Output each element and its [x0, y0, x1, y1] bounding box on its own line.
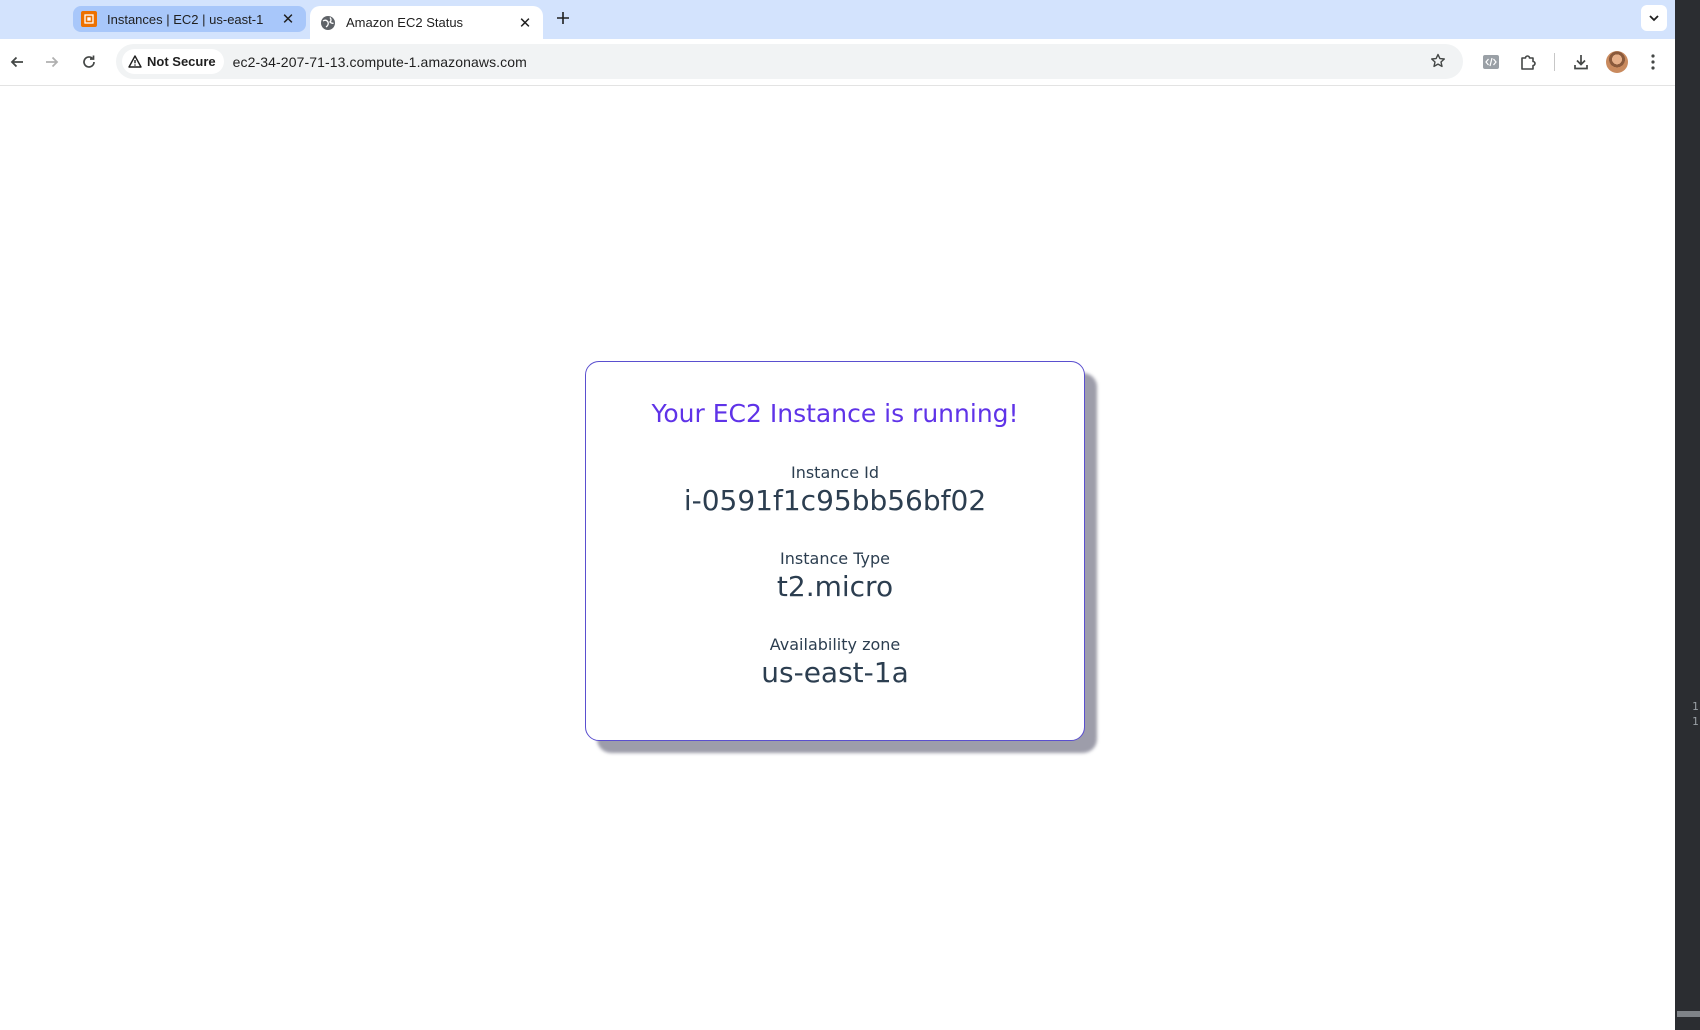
code-extension-icon: [1483, 55, 1499, 69]
instance-id-label: Instance Id: [790, 463, 879, 482]
extension-button[interactable]: [1478, 49, 1504, 75]
extensions-menu-button[interactable]: [1515, 49, 1541, 75]
tab-title: Amazon EC2 Status: [346, 15, 464, 30]
status-card: Your EC2 Instance is running! Instance I…: [585, 361, 1085, 741]
address-bar[interactable]: Not Secure ec2-34-207-71-13.compute-1.am…: [116, 44, 1463, 79]
browser-menu-button[interactable]: [1640, 49, 1666, 75]
plus-icon: [557, 12, 569, 24]
forward-button[interactable]: [39, 49, 65, 75]
downloads-button[interactable]: [1568, 49, 1594, 75]
security-label: Not Secure: [147, 54, 216, 69]
download-icon: [1574, 55, 1588, 70]
profile-avatar[interactable]: [1606, 51, 1628, 73]
page-viewport: Your EC2 Instance is running! Instance I…: [0, 86, 1675, 1030]
more-vert-icon: [1651, 54, 1655, 70]
devtools-panel-edge: 1 1: [1675, 0, 1700, 1030]
instance-type-value: t2.micro: [776, 570, 894, 603]
tab-search-button[interactable]: [1641, 5, 1667, 31]
browser-toolbar: Not Secure ec2-34-207-71-13.compute-1.am…: [0, 39, 1675, 86]
line-number: 1: [1692, 700, 1699, 713]
arrow-right-icon: [46, 56, 59, 68]
browser-window: Instances | EC2 | us-east-1 ✕ Amazon EC2…: [0, 0, 1675, 1030]
line-number: 1: [1692, 715, 1699, 728]
puzzle-icon: [1521, 55, 1536, 70]
warning-icon: [128, 55, 142, 68]
back-button[interactable]: [4, 49, 30, 75]
scrollbar[interactable]: [1677, 1011, 1700, 1017]
availability-zone-label: Availability zone: [769, 635, 901, 654]
star-icon: [1431, 53, 1445, 68]
close-icon[interactable]: ✕: [517, 15, 533, 32]
security-indicator[interactable]: Not Secure: [122, 49, 224, 74]
close-icon[interactable]: ✕: [280, 11, 296, 28]
instance-type-label: Instance Type: [780, 549, 890, 568]
new-tab-button[interactable]: [553, 8, 573, 28]
instance-id-value: i-0591f1c95bb56bf02: [683, 484, 987, 517]
url-text[interactable]: ec2-34-207-71-13.compute-1.amazonaws.com: [233, 54, 527, 70]
availability-zone-value: us-east-1a: [761, 656, 909, 689]
tab-strip: Instances | EC2 | us-east-1 ✕ Amazon EC2…: [0, 0, 1675, 39]
reload-icon: [83, 55, 95, 68]
globe-icon: [320, 15, 336, 31]
arrow-left-icon: [10, 56, 23, 68]
page-title: Your EC2 Instance is running!: [651, 399, 1019, 428]
tab-ec2-status[interactable]: Amazon EC2 Status ✕: [310, 6, 543, 39]
tab-title: Instances | EC2 | us-east-1: [107, 11, 264, 27]
toolbar-divider: [1554, 53, 1555, 71]
chevron-down-icon: [1649, 15, 1659, 22]
reload-button[interactable]: [76, 49, 102, 75]
bookmark-button[interactable]: [1427, 50, 1449, 72]
aws-ec2-icon: [81, 11, 97, 27]
tab-ec2-instances[interactable]: Instances | EC2 | us-east-1 ✕: [73, 6, 306, 32]
